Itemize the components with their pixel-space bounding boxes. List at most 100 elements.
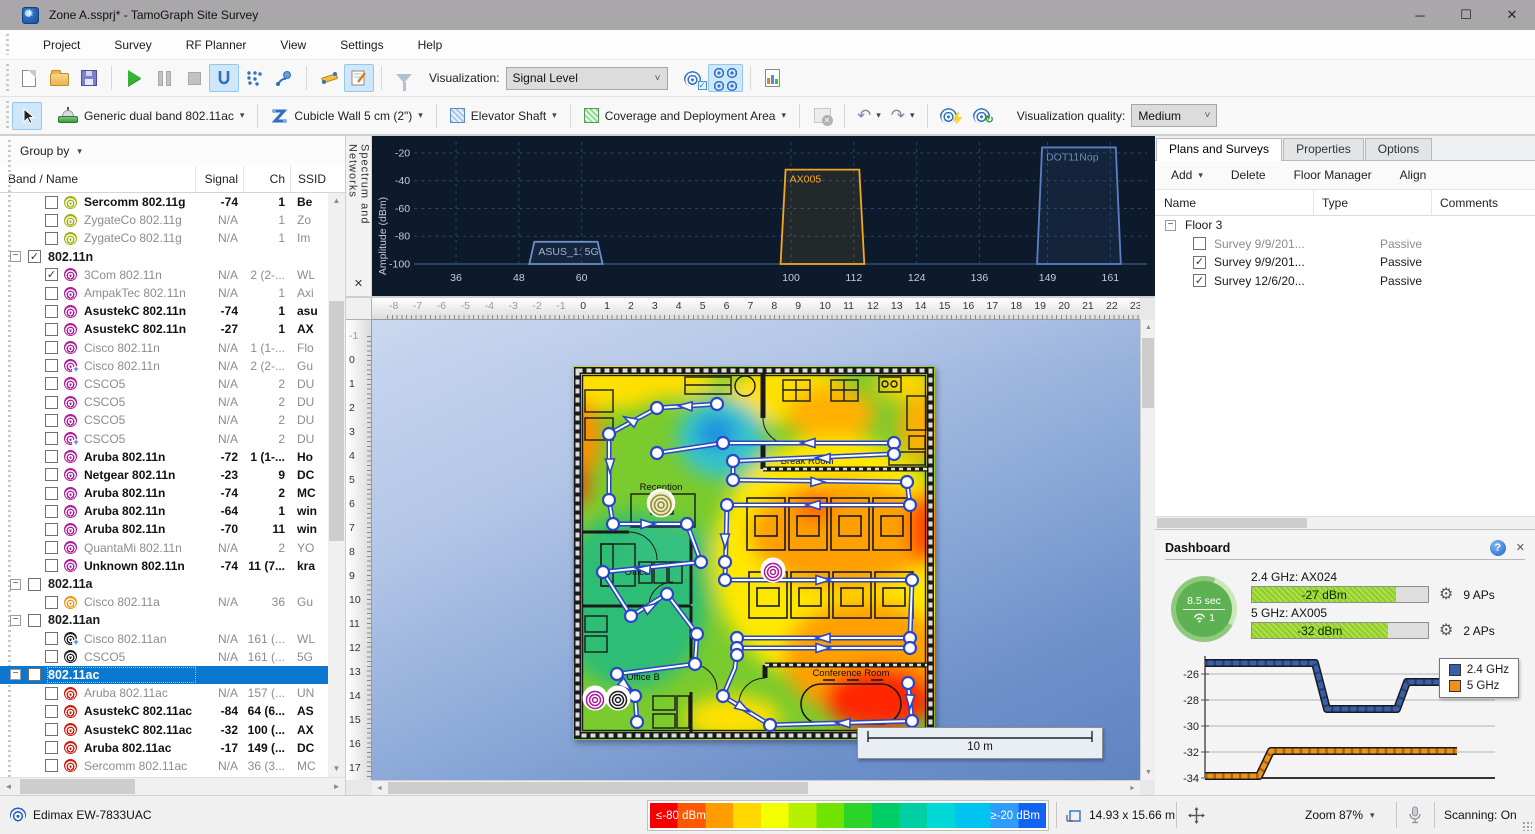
help-icon[interactable]: ? [1490,540,1506,556]
ap-checkbox[interactable] [45,687,58,700]
report-button[interactable] [758,64,788,92]
ap-checkbox[interactable] [45,305,58,318]
maximize-button[interactable]: ☐ [1443,0,1489,30]
ap-checkbox[interactable] [45,377,58,390]
voice-notes-button[interactable] [1408,796,1422,834]
tab-properties[interactable]: Properties [1283,138,1364,160]
ap-checkbox[interactable] [45,723,58,736]
ap-row[interactable]: Cisco 802.11aN/A36Gu [0,593,328,611]
ap-checkbox[interactable] [45,541,58,554]
ap-group-row[interactable]: −802.11a [0,575,328,593]
dashboard-close-icon[interactable]: ✕ [1516,541,1525,554]
ap-checkbox[interactable] [45,196,58,209]
group-by-button[interactable]: Group by ▾ [0,136,345,166]
scrollbar-thumb[interactable] [1142,338,1154,408]
start-survey-button[interactable] [119,64,149,92]
ap-row[interactable]: Aruba 802.11n-721 (1-...Ho [0,448,328,466]
redo-button[interactable]: ↷▾ [886,102,920,130]
ap-row[interactable]: AsustekC 802.11ac-8464 (6...AS [0,702,328,720]
save-project-button[interactable] [74,64,104,92]
tree-expander-icon[interactable]: − [1165,220,1176,231]
ap-checkbox[interactable] [45,450,58,463]
gear-icon[interactable]: ⚙ [1439,587,1453,603]
ap-marker-purple-2[interactable] [584,687,607,710]
ap-checkbox[interactable] [28,250,41,263]
ap-checkbox[interactable] [45,323,58,336]
ap-checkbox[interactable] [45,432,58,445]
tree-expander-icon[interactable]: − [10,615,21,626]
ap-row[interactable]: Netgear 802.11n-239DC [0,466,328,484]
scroll-up-arrow[interactable]: ▲ [328,193,345,209]
tab-options[interactable]: Options [1365,138,1432,160]
stop-survey-button[interactable] [179,64,209,92]
delete-area-button[interactable] [807,102,837,130]
filter-button[interactable] [389,64,419,92]
ap-row[interactable]: Sercomm 802.11g-741Be [0,193,328,211]
wall-type-selector[interactable]: Cubicle Wall 5 cm (2") ▾ [265,102,428,130]
ap-row[interactable]: AsustekC 802.11ac-32100 (...AX [0,720,328,738]
ap-row[interactable]: Aruba 802.11ac-17149 (...DC [0,739,328,757]
scrollbar-thumb[interactable] [388,782,808,794]
ap-row[interactable]: Sercomm 802.11acN/A36 (3...MC [0,757,328,775]
ap-checkbox[interactable] [45,359,58,372]
ap-checkbox[interactable] [45,396,58,409]
edit-notes-button[interactable] [344,64,374,92]
align-button[interactable]: Align [1400,168,1427,182]
ap-checkbox[interactable] [45,232,58,245]
menu-help[interactable]: Help [401,30,460,60]
ap-checkbox[interactable] [45,505,58,518]
ap-checkbox[interactable] [45,523,58,536]
minimize-button[interactable]: ─ [1397,0,1443,30]
ap-checkbox[interactable] [28,578,41,591]
new-project-button[interactable] [14,64,44,92]
delete-button[interactable]: Delete [1231,168,1266,182]
ap-row[interactable]: +Cisco 802.11anN/A161 (...WL [0,630,328,648]
ap-checkbox[interactable] [45,632,58,645]
ap-list-header[interactable]: Band / Name Signal Ch SSID [0,166,345,193]
ap-checkbox[interactable] [45,214,58,227]
add-button[interactable]: Add▾ [1171,168,1203,182]
ap-checkbox[interactable] [45,741,58,754]
menu-view[interactable]: View [263,30,323,60]
survey-checkbox[interactable] [1193,274,1206,287]
scrollbar-thumb[interactable] [329,301,344,541]
floor-plan-heatmap[interactable]: Reception Break Room Office Office B Con… [573,366,935,740]
continuous-path-button[interactable] [209,64,239,92]
ap-list-horizontal-scrollbar[interactable]: ◄ ► [0,777,345,795]
ap-row[interactable]: QuantaMi 802.11nN/A2YO [0,539,328,557]
ap-row[interactable]: AsustekC 802.11n-741asu [0,302,328,320]
show-all-aps-button[interactable] [708,64,743,92]
tree-expander-icon[interactable]: − [10,669,21,680]
scroll-down-arrow[interactable]: ▼ [1141,765,1156,780]
tree-expander-icon[interactable]: − [10,579,21,590]
survey-checkbox[interactable] [1193,237,1206,250]
ap-checkbox[interactable] [45,559,58,572]
ap-checkbox[interactable] [28,668,41,681]
gear-icon[interactable]: ⚙ [1439,623,1453,639]
ap-row[interactable]: AsustekC 802.11n-271AX [0,320,328,338]
menu-settings[interactable]: Settings [323,30,400,60]
ap-row[interactable]: AmpakTec 802.11nN/A1Axi [0,284,328,302]
calibrate-button[interactable] [314,64,344,92]
survey-row[interactable]: Survey 12/6/20...Passive [1155,272,1535,291]
resize-grip[interactable] [1522,821,1532,831]
point-survey-button[interactable] [239,64,269,92]
area-type-selector[interactable]: Coverage and Deployment Area ▾ [578,102,792,130]
ap-row[interactable]: CSCO5N/A161 (...5G [0,648,328,666]
ap-row[interactable]: Aruba 802.11n-641win [0,502,328,520]
map-vertical-scrollbar[interactable]: ▲ ▼ [1140,320,1155,780]
ap-checkbox[interactable] [45,759,58,772]
attenuation-zone-selector[interactable]: Elevator Shaft ▾ [444,102,563,130]
scroll-left-arrow[interactable]: ◄ [0,778,17,795]
ap-checkbox[interactable] [45,650,58,663]
ap-row[interactable]: CSCO5N/A2DU [0,393,328,411]
spectrum-close-icon[interactable]: ✕ [354,277,363,290]
close-button[interactable]: ✕ [1489,0,1535,30]
ap-group-row[interactable]: −802.11ac [0,666,328,684]
reapply-visualization-button[interactable] [935,102,968,130]
ap-marker-purple[interactable] [762,559,785,582]
scroll-down-arrow[interactable]: ▼ [328,761,345,777]
scrollbar-thumb[interactable] [20,779,135,794]
floor-plan-viewport[interactable]: Reception Break Room Office Office B Con… [372,320,1140,780]
surveys-table-header[interactable]: Name Type Comments [1155,190,1535,216]
